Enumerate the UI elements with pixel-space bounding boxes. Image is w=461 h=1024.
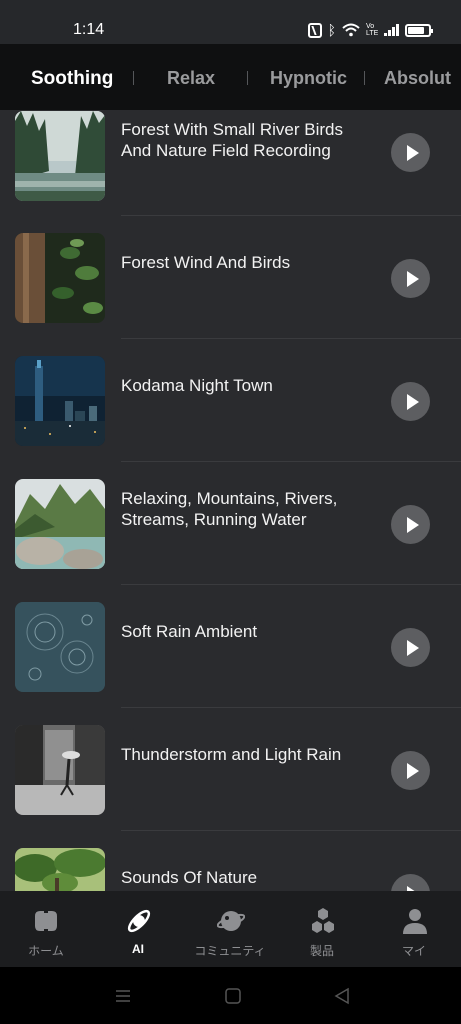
bluetooth-icon: ᛒ xyxy=(327,22,336,38)
track-thumbnail xyxy=(15,479,105,569)
track-row[interactable]: Sounds Of Nature xyxy=(0,835,461,891)
row-divider xyxy=(121,584,461,585)
nfc-icon xyxy=(307,22,322,38)
volte-icon: Vo LTE xyxy=(366,23,379,37)
nav-label: ホーム xyxy=(28,944,64,958)
track-title: Forest Wind And Birds xyxy=(121,253,291,272)
track-title: Relaxing, Mountains, Rivers, Streams, Ru… xyxy=(121,489,338,529)
tab-divider xyxy=(247,71,248,85)
orbit-icon xyxy=(127,909,151,933)
nav-item-community[interactable]: コミュニティ xyxy=(184,891,276,967)
row-divider xyxy=(121,707,461,708)
play-button[interactable] xyxy=(391,133,430,172)
person-icon xyxy=(403,909,427,934)
bottom-nav: ホーム AI コミュニティ 製品 マイ xyxy=(0,891,461,967)
track-thumbnail xyxy=(15,233,105,323)
row-divider xyxy=(121,338,461,339)
track-thumbnail xyxy=(15,356,105,446)
tab-divider xyxy=(133,71,134,85)
status-time: 1:14 xyxy=(73,21,105,38)
brain-icon xyxy=(35,911,57,931)
track-title: Sounds Of Nature xyxy=(121,868,258,887)
row-divider xyxy=(121,215,461,216)
nav-item-products[interactable]: 製品 xyxy=(276,891,368,967)
tab-relax[interactable]: Relax xyxy=(167,68,215,89)
track-title: Soft Rain Ambient xyxy=(121,622,258,641)
row-divider xyxy=(121,830,461,831)
play-button[interactable] xyxy=(391,259,430,298)
play-button[interactable] xyxy=(391,382,430,421)
nav-item-my[interactable]: マイ xyxy=(368,891,460,967)
signal-icon xyxy=(384,24,399,36)
track-row[interactable]: Relaxing, Mountains, Rivers, Streams, Ru… xyxy=(0,466,461,589)
tab-hypnotic[interactable]: Hypnotic xyxy=(270,68,347,89)
track-thumbnail xyxy=(15,602,105,692)
tab-absolut[interactable]: Absolut xyxy=(384,68,451,89)
nav-label: コミュニティ xyxy=(194,944,266,958)
planet-icon xyxy=(217,911,245,931)
track-thumbnail xyxy=(15,111,105,201)
play-button[interactable] xyxy=(391,628,430,667)
track-list[interactable]: Forest With Small River Birds And Nature… xyxy=(0,110,461,891)
nav-label: マイ xyxy=(401,944,426,958)
status-icons: ᛒ Vo LTE xyxy=(307,22,433,38)
row-divider xyxy=(121,461,461,462)
track-row[interactable]: Forest With Small River Birds And Nature… xyxy=(0,110,461,220)
tab-soothing[interactable]: Soothing xyxy=(31,68,113,90)
track-row[interactable]: Kodama Night Town xyxy=(0,343,461,466)
track-thumbnail xyxy=(15,848,105,891)
status-bar: 1:14 ᛒ Vo LTE xyxy=(0,0,461,44)
play-button[interactable] xyxy=(391,874,430,891)
home-icon[interactable] xyxy=(224,987,242,1005)
track-title: Forest With Small River Birds And Nature… xyxy=(121,120,343,160)
menu-icon[interactable] xyxy=(114,987,132,1005)
back-icon[interactable] xyxy=(333,987,351,1005)
tab-divider xyxy=(364,71,365,85)
nav-item-ai[interactable]: AI xyxy=(92,891,184,967)
track-thumbnail xyxy=(15,725,105,815)
nav-item-home[interactable]: ホーム xyxy=(0,891,92,967)
nav-label: AI xyxy=(132,942,144,956)
category-tab-bar: Soothing Relax Hypnotic Absolut xyxy=(0,44,461,110)
track-title: Thunderstorm and Light Rain xyxy=(121,745,342,764)
play-button[interactable] xyxy=(391,751,430,790)
track-row[interactable]: Forest Wind And Birds xyxy=(0,220,461,343)
battery-icon xyxy=(405,23,433,37)
track-row[interactable]: Soft Rain Ambient xyxy=(0,589,461,712)
hexagons-icon xyxy=(312,908,334,933)
track-title: Kodama Night Town xyxy=(121,376,273,395)
play-button[interactable] xyxy=(391,505,430,544)
track-row[interactable]: Thunderstorm and Light Rain xyxy=(0,712,461,835)
system-nav-bar xyxy=(0,967,461,1024)
wifi-icon xyxy=(342,23,360,37)
nav-label: 製品 xyxy=(309,944,334,958)
